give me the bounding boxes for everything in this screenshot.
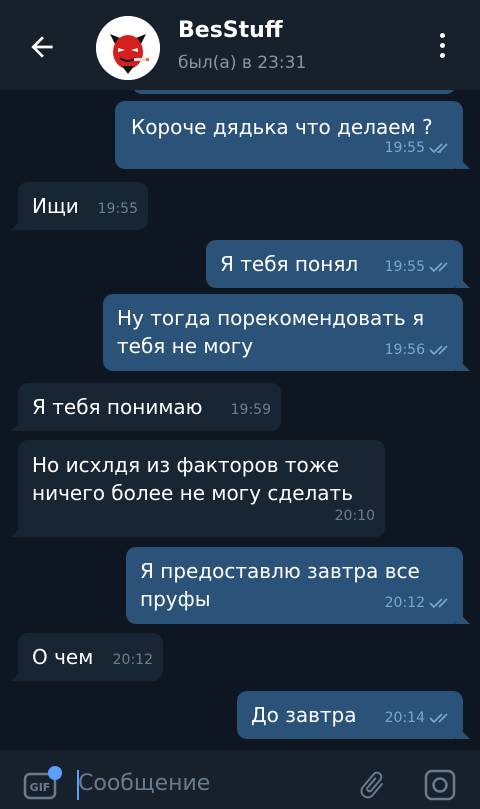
message-text: Но исхлдя из факторов тоже ничего более … bbox=[32, 453, 353, 505]
message-meta: 19:59 bbox=[231, 396, 271, 424]
message-time: 19:56 bbox=[384, 342, 425, 358]
message-bubble[interactable]: О чем 20:12 bbox=[18, 633, 163, 681]
message-bubble[interactable]: Но исхлдя из факторов тоже ничего более … bbox=[18, 440, 385, 537]
message-meta: 19:55 bbox=[98, 195, 138, 223]
message-meta: 19:55 bbox=[385, 134, 453, 162]
message-time: 20:12 bbox=[384, 595, 425, 611]
message-meta: 20:12 bbox=[385, 589, 453, 617]
message-list[interactable]: Короче дядька что делаем ? 19:55 Ищи 19:… bbox=[0, 90, 480, 750]
message-meta: 20:10 bbox=[335, 502, 375, 530]
message-time: 20:12 bbox=[112, 652, 153, 668]
contact-name[interactable]: BesStuff bbox=[178, 18, 283, 43]
camera-icon[interactable] bbox=[422, 767, 458, 803]
message-time: 19:59 bbox=[230, 402, 271, 418]
message-time: 20:10 bbox=[334, 508, 375, 524]
chat-header: BesStuff был(а) в 23:31 bbox=[0, 0, 480, 90]
more-vert-icon[interactable] bbox=[430, 33, 454, 63]
avatar[interactable] bbox=[96, 16, 160, 80]
message-meta: 20:12 bbox=[113, 646, 153, 674]
message-input-bar bbox=[0, 750, 480, 809]
message-bubble[interactable]: Ну тогда порекомендовать я тебя не могу … bbox=[103, 294, 463, 371]
back-arrow-icon[interactable] bbox=[26, 31, 58, 63]
devil-avatar-icon bbox=[96, 16, 160, 80]
message-meta: 19:55 bbox=[385, 253, 453, 281]
message-bubble[interactable]: Я тебя понял 19:55 bbox=[206, 240, 463, 288]
message-time: 20:14 bbox=[384, 710, 425, 726]
message-input[interactable]: Сообщение bbox=[78, 771, 210, 796]
message-bubble[interactable]: До завтра 20:14 bbox=[237, 691, 463, 739]
message-time: 19:55 bbox=[97, 201, 138, 217]
attach-clip-icon[interactable] bbox=[356, 767, 388, 803]
read-ticks-icon bbox=[429, 598, 448, 609]
message-bubble[interactable]: Короче дядька что делаем ? 19:55 bbox=[115, 101, 463, 169]
read-ticks-icon bbox=[429, 143, 448, 154]
message-meta: 20:14 bbox=[385, 704, 453, 732]
message-time: 19:55 bbox=[384, 259, 425, 275]
message-time: 19:55 bbox=[384, 140, 425, 156]
previous-message-bubble[interactable] bbox=[132, 90, 456, 94]
svg-text:GIF: GIF bbox=[30, 781, 51, 794]
message-meta: 19:56 bbox=[385, 336, 453, 364]
read-ticks-icon bbox=[429, 713, 448, 724]
message-bubble[interactable]: Я предоставлю завтра все пруфы 20:12 bbox=[126, 547, 463, 624]
read-ticks-icon bbox=[429, 345, 448, 356]
message-bubble[interactable]: Я тебя понимаю 19:59 bbox=[18, 383, 281, 431]
message-bubble[interactable]: Ищи 19:55 bbox=[18, 182, 148, 230]
read-ticks-icon bbox=[429, 262, 448, 273]
last-seen-status: был(а) в 23:31 bbox=[178, 53, 307, 73]
notification-dot bbox=[48, 766, 62, 780]
